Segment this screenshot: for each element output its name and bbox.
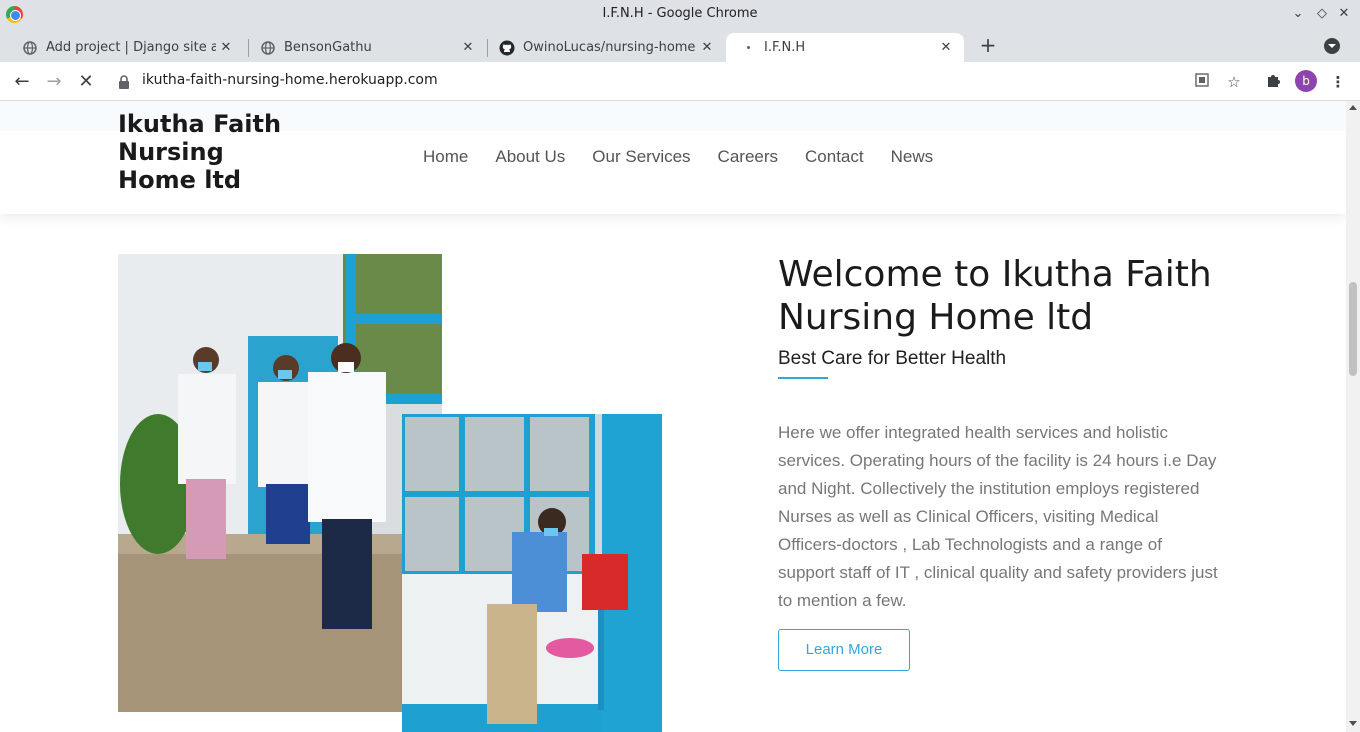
site-brand[interactable]: Ikutha Faith Nursing Home ltd [118, 110, 288, 194]
globe-icon [260, 40, 276, 56]
learn-more-button[interactable]: Learn More [778, 629, 910, 671]
menu-kebab-icon[interactable]: ⋮ [1328, 72, 1348, 92]
forward-arrow-icon[interactable]: → [42, 70, 66, 94]
scroll-up-icon[interactable] [1349, 105, 1357, 110]
tab-label: BensonGathu [284, 40, 372, 55]
scroll-down-icon[interactable] [1349, 721, 1357, 726]
nav-careers[interactable]: Careers [718, 147, 778, 167]
close-tab-icon[interactable]: ✕ [458, 40, 478, 55]
extensions-puzzle-icon[interactable] [1263, 72, 1283, 92]
tab-github-repo[interactable]: OwinoLucas/nursing-home ✕ [485, 33, 725, 62]
tab-label: Add project | Django site adm [46, 40, 216, 55]
scrollbar-thumb[interactable] [1349, 282, 1357, 376]
tab-label: I.F.N.H [764, 40, 806, 55]
nav-contact[interactable]: Contact [805, 147, 864, 167]
close-tab-icon[interactable]: ✕ [216, 40, 236, 55]
tagline: Best Care for Better Health [778, 348, 1007, 369]
site-header: Ikutha Faith Nursing Home ltd Home About… [0, 101, 1346, 214]
globe-icon [22, 40, 38, 56]
tab-label: OwinoLucas/nursing-home [523, 40, 696, 55]
minimize-icon[interactable]: ⌄ [1290, 6, 1306, 22]
translate-icon[interactable] [1192, 72, 1212, 92]
nav-home[interactable]: Home [423, 147, 468, 167]
bookmark-star-icon[interactable]: ☆ [1224, 72, 1244, 92]
site-nav: Home About Us Our Services Careers Conta… [423, 147, 960, 167]
close-tab-icon[interactable]: ✕ [936, 40, 956, 55]
tab-search-icon[interactable] [1324, 38, 1340, 54]
tab-bensongathu[interactable]: BensonGathu ✕ [246, 33, 486, 62]
window-title: I.F.N.H - Google Chrome [602, 6, 758, 21]
maximize-icon[interactable]: ◇ [1314, 6, 1330, 22]
browser-toolbar: ← → ✕ ikutha-faith-nursing-home.herokuap… [0, 62, 1360, 101]
tab-django-admin[interactable]: Add project | Django site adm ✕ [8, 33, 244, 62]
nav-our-services[interactable]: Our Services [592, 147, 690, 167]
tagline-underline [778, 377, 828, 379]
lock-icon[interactable] [118, 74, 132, 89]
close-tab-icon[interactable]: ✕ [697, 40, 717, 55]
profile-avatar[interactable]: b [1295, 70, 1317, 92]
tab-ifnh[interactable]: I.F.N.H ✕ [726, 33, 964, 62]
loading-icon [740, 40, 756, 56]
close-window-icon[interactable]: ✕ [1336, 6, 1352, 22]
back-arrow-icon[interactable]: ← [10, 70, 34, 94]
new-tab-icon[interactable]: + [977, 35, 999, 57]
page-viewport: Ikutha Faith Nursing Home ltd Home About… [0, 101, 1346, 732]
handwashing-photo [402, 414, 662, 732]
nav-about-us[interactable]: About Us [495, 147, 565, 167]
window-titlebar: I.F.N.H - Google Chrome ⌄ ◇ ✕ [0, 0, 1360, 29]
address-bar[interactable]: ikutha-faith-nursing-home.herokuapp.com [142, 72, 438, 88]
page-scrollbar[interactable] [1346, 101, 1360, 732]
tab-strip: Add project | Django site adm ✕ BensonGa… [0, 29, 1360, 62]
github-icon [499, 40, 515, 56]
about-description: Here we offer integrated health services… [778, 423, 1218, 610]
welcome-title: Welcome to Ikutha Faith Nursing Home ltd [778, 254, 1212, 338]
staff-photo [118, 254, 442, 712]
stop-loading-icon[interactable]: ✕ [74, 70, 98, 94]
nav-news[interactable]: News [891, 147, 934, 167]
